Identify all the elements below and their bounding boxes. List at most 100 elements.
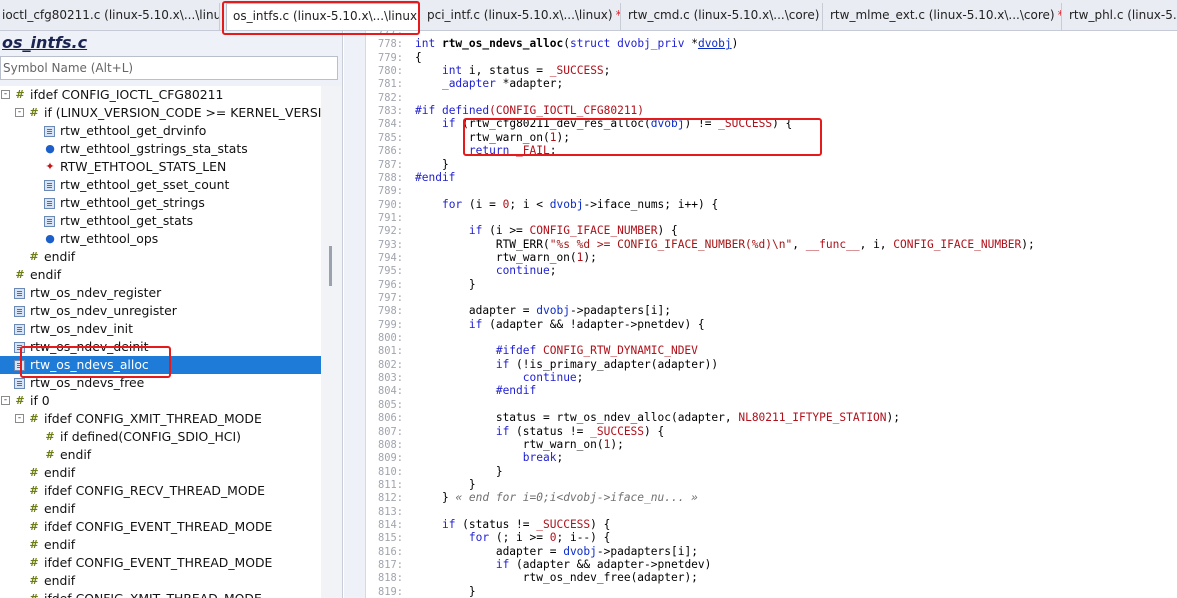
code-editor[interactable]: 777: 778: int rtw_os_ndevs_alloc(struct dv…: [344, 31, 1177, 598]
code-line[interactable]: 785: rtw_warn_on(1);: [366, 131, 1177, 144]
code-line[interactable]: 793: RTW_ERR("%s %d >= CONFIG_IFACE_NUMB…: [366, 238, 1177, 251]
code-line[interactable]: 790: for (i = 0; i < dvobj->iface_nums; …: [366, 198, 1177, 211]
code-line[interactable]: 805:: [366, 398, 1177, 411]
symbol-tree-item[interactable]: - # ifdef CONFIG_IOCTL_CFG80211: [0, 86, 321, 104]
file-tab[interactable]: rtw_phl.c (linux-5.10.x\...\core): [1063, 3, 1177, 30]
collapse-toggle-icon[interactable]: -: [15, 108, 24, 117]
code-line[interactable]: 796: }: [366, 278, 1177, 291]
code-line[interactable]: 788: #endif: [366, 171, 1177, 184]
code-line[interactable]: 777:: [366, 31, 1177, 37]
code-line[interactable]: 819: }: [366, 585, 1177, 598]
symbol-tree-item[interactable]: rtw_os_ndev_deinit: [0, 338, 321, 356]
code-line[interactable]: 797:: [366, 291, 1177, 304]
code-token: is_primary_adapter: [529, 357, 651, 371]
code-line[interactable]: 782:: [366, 91, 1177, 104]
file-tab[interactable]: rtw_mlme_ext.c (linux-5.10.x\...\core)*: [824, 3, 1062, 30]
code-line[interactable]: 816: adapter = dvobj->padapters[i];: [366, 545, 1177, 558]
collapse-toggle-icon[interactable]: -: [1, 90, 10, 99]
symbol-tree-item[interactable]: # if defined(CONFIG_SDIO_HCI): [0, 428, 321, 446]
code-line[interactable]: 783: #if defined(CONFIG_IOCTL_CFG80211): [366, 104, 1177, 117]
code-line[interactable]: 791:: [366, 211, 1177, 224]
symbol-tree-item[interactable]: rtw_os_ndev_register: [0, 284, 321, 302]
symbol-tree-item[interactable]: rtw_os_ndevs_alloc: [0, 356, 321, 374]
file-tab[interactable]: ioctl_cfg80211.c (linux-5.10.x\...\linux…: [0, 3, 220, 30]
symbol-tree-item[interactable]: ● rtw_ethtool_ops: [0, 230, 321, 248]
code-token: CONFIG_IFACE_NUMBER: [893, 237, 1022, 251]
symbol-name-search-input[interactable]: [0, 56, 338, 80]
symbol-tree-item[interactable]: ✦ RTW_ETHTOOL_STATS_LEN: [0, 158, 321, 176]
code-line[interactable]: 794: rtw_warn_on(1);: [366, 251, 1177, 264]
code-line[interactable]: 802: if (!is_primary_adapter(adapter)): [366, 358, 1177, 371]
code-line[interactable]: 795: continue;: [366, 264, 1177, 277]
file-tab[interactable]: rtw_cmd.c (linux-5.10.x\...\core): [622, 3, 823, 30]
code-line[interactable]: 818: rtw_os_ndev_free(adapter);: [366, 571, 1177, 584]
symbol-tree-scrollbar[interactable]: [321, 86, 342, 598]
code-line[interactable]: 780: int i, status = _SUCCESS;: [366, 64, 1177, 77]
scrollbar-thumb[interactable]: [329, 246, 332, 286]
symbol-tree-item[interactable]: # endif: [0, 446, 321, 464]
symbol-tree-item[interactable]: rtw_os_ndev_unregister: [0, 302, 321, 320]
symbol-tree-item[interactable]: # endif: [0, 572, 321, 590]
code-line[interactable]: 808: rtw_warn_on(1);: [366, 438, 1177, 451]
symbol-name: rtw_ethtool_get_sset_count: [60, 177, 230, 192]
symbol-tree-item[interactable]: - # if (LINUX_VERSION_CODE >= KERNEL_VERSI…: [0, 104, 321, 122]
collapse-toggle-icon[interactable]: -: [15, 414, 24, 423]
code-line[interactable]: 803: continue;: [366, 371, 1177, 384]
code-line[interactable]: 784: if (rtw_cfg80211_dev_res_alloc(dvob…: [366, 117, 1177, 130]
code-line[interactable]: 800:: [366, 331, 1177, 344]
code-line[interactable]: 799: if (adapter && !adapter->pnetdev) {: [366, 318, 1177, 331]
code-line[interactable]: 792: if (i >= CONFIG_IFACE_NUMBER) {: [366, 224, 1177, 237]
function-icon: [44, 198, 55, 209]
file-tab[interactable]: pci_intf.c (linux-5.10.x\...\linux) *: [421, 3, 621, 30]
symbol-tree-item[interactable]: - # ifdef CONFIG_XMIT_THREAD_MODE: [0, 410, 321, 428]
code-line[interactable]: 809: break;: [366, 451, 1177, 464]
symbol-tree-item[interactable]: rtw_ethtool_get_strings: [0, 194, 321, 212]
code-line[interactable]: 798: adapter = dvobj->padapters[i];: [366, 304, 1177, 317]
code-line[interactable]: 786: return _FAIL;: [366, 144, 1177, 157]
code-token: if: [495, 357, 517, 371]
symbol-tree-item[interactable]: # endif: [0, 536, 321, 554]
symbol-tree-item[interactable]: rtw_os_ndev_init: [0, 320, 321, 338]
code-line[interactable]: 815: for (; i >= 0; i--) {: [366, 531, 1177, 544]
symbol-tree-item[interactable]: rtw_os_ndevs_free: [0, 374, 321, 392]
code-line[interactable]: 817: if (adapter && adapter->pnetdev): [366, 558, 1177, 571]
code-token: ) {: [772, 117, 793, 131]
symbol-tree-item[interactable]: - # if 0: [0, 392, 321, 410]
symbol-tree-item[interactable]: ● rtw_ethtool_gstrings_sta_stats: [0, 140, 321, 158]
symbol-tree-item[interactable]: # ifdef CONFIG_XMIT_THREAD_MODE: [0, 590, 321, 598]
collapse-toggle-icon[interactable]: -: [1, 396, 10, 405]
symbol-tree-item[interactable]: # ifdef CONFIG_EVENT_THREAD_MODE: [0, 518, 321, 536]
code-line[interactable]: 779: {: [366, 51, 1177, 64]
file-tab[interactable]: os_intfs.c (linux-5.10.x\...\linux)✕: [226, 3, 420, 30]
code-line[interactable]: 810: }: [366, 465, 1177, 478]
code-line[interactable]: 807: if (status != _SUCCESS) {: [366, 425, 1177, 438]
symbol-name: rtw_os_ndevs_free: [30, 375, 145, 390]
code-line[interactable]: 789:: [366, 184, 1177, 197]
code-line[interactable]: 801: #ifdef CONFIG_RTW_DYNAMIC_NDEV: [366, 344, 1177, 357]
code-token: ; i--) {: [556, 531, 611, 545]
code-line[interactable]: 806: status = rtw_os_ndev_alloc(adapter,…: [366, 411, 1177, 424]
symbol-tree-item[interactable]: # ifdef CONFIG_EVENT_THREAD_MODE: [0, 554, 321, 572]
code-token: #if: [415, 104, 442, 118]
code-token: *: [691, 37, 698, 51]
symbol-tree-item[interactable]: # ifdef CONFIG_RECV_THREAD_MODE: [0, 482, 321, 500]
code-token: (adapter)): [650, 357, 719, 371]
code-line[interactable]: 787: }: [366, 158, 1177, 171]
code-line[interactable]: 804: #endif: [366, 384, 1177, 397]
symbol-tree-item[interactable]: # endif: [0, 266, 321, 284]
code-token: ->: [583, 197, 597, 211]
symbol-tree-item[interactable]: # endif: [0, 464, 321, 482]
code-line[interactable]: 811: }: [366, 478, 1177, 491]
code-line[interactable]: 781: _adapter *adapter;: [366, 77, 1177, 90]
symbol-tree-item[interactable]: rtw_ethtool_get_sset_count: [0, 176, 321, 194]
code-line[interactable]: 812: } « end for i=0;i<dvobj->iface_nu..…: [366, 491, 1177, 504]
symbol-tree-item[interactable]: rtw_ethtool_get_drvinfo: [0, 122, 321, 140]
symbol-tree-item[interactable]: # endif: [0, 248, 321, 266]
symbol-tree-item[interactable]: # endif: [0, 500, 321, 518]
code-token: ;: [549, 144, 557, 158]
code-line[interactable]: 778: int rtw_os_ndevs_alloc(struct dvobj_…: [366, 37, 1177, 50]
symbol-tree-item[interactable]: rtw_ethtool_get_stats: [0, 212, 321, 230]
code-line[interactable]: 813:: [366, 505, 1177, 518]
code-line[interactable]: 814: if (status != _SUCCESS) {: [366, 518, 1177, 531]
